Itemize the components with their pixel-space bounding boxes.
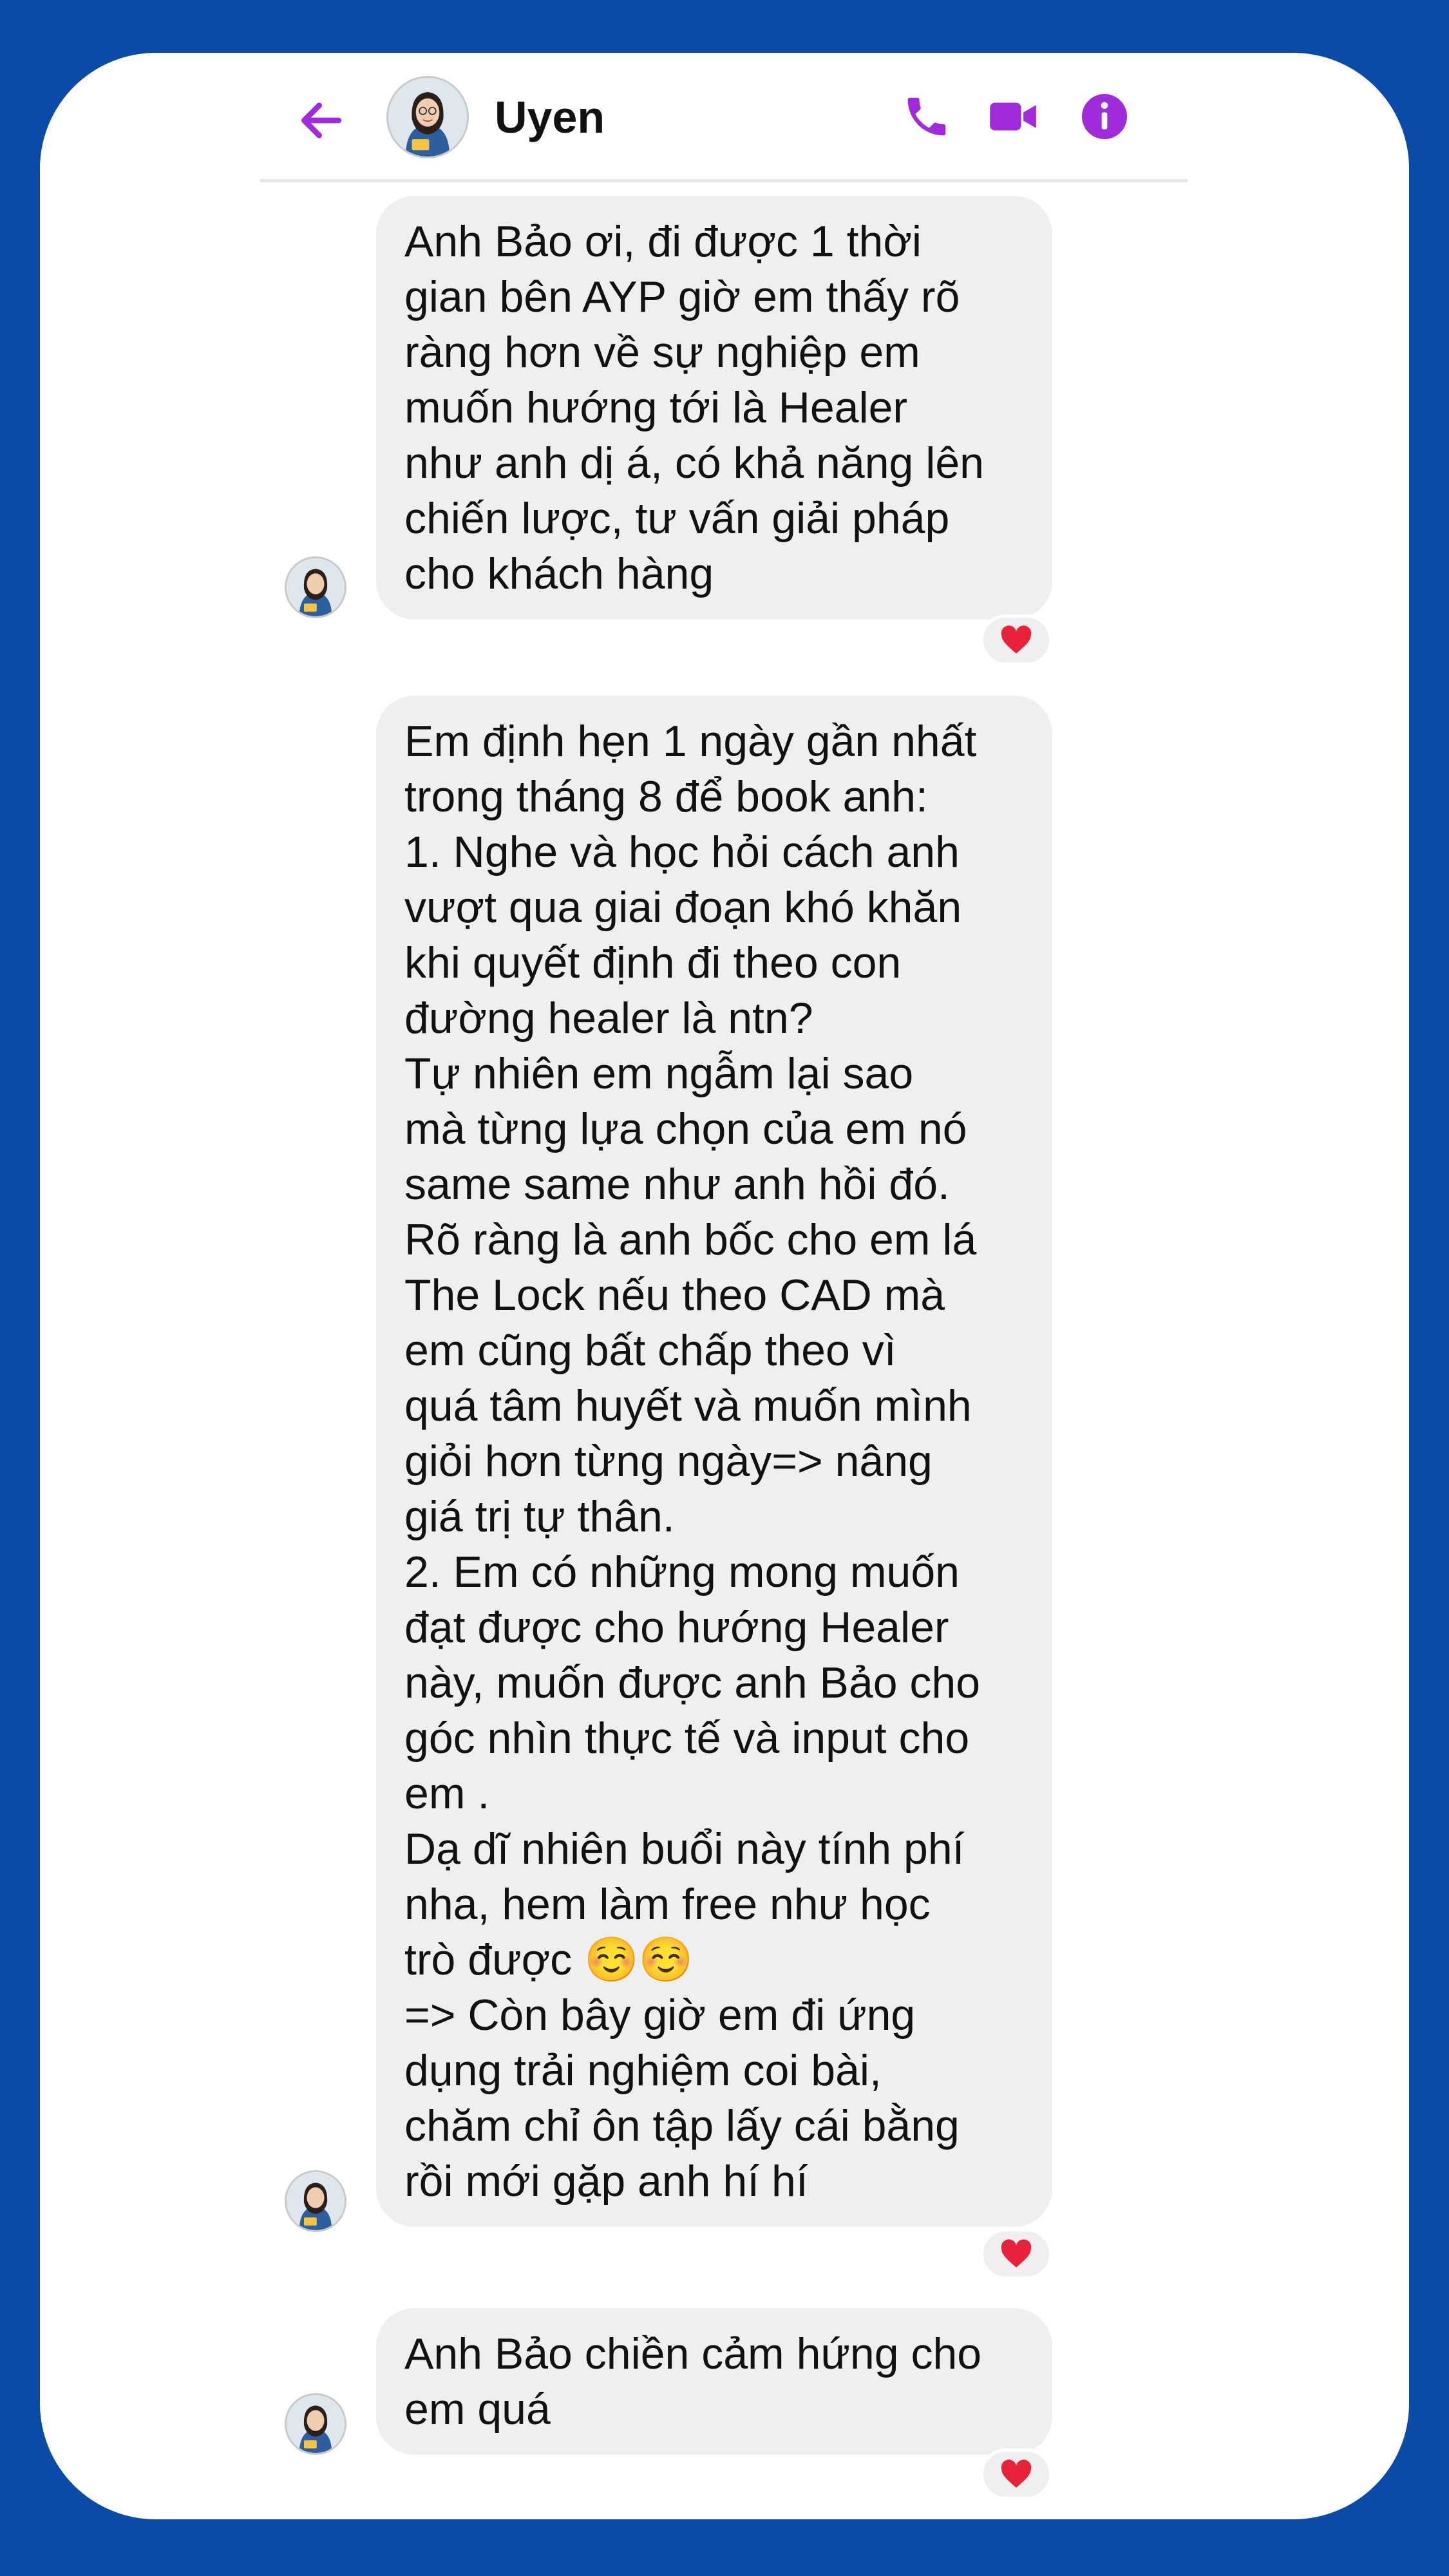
profile-photo — [287, 2395, 345, 2453]
reaction-badge[interactable] — [980, 614, 1052, 666]
avatar[interactable] — [285, 2170, 346, 2232]
avatar[interactable] — [285, 556, 346, 618]
info-icon — [1082, 94, 1127, 139]
profile-photo — [388, 78, 467, 156]
video-camera-icon — [990, 102, 1036, 131]
avatar[interactable] — [386, 76, 469, 158]
message-bubble[interactable]: Anh Bảo chiền cảm hứng cho em quá — [376, 2308, 1052, 2455]
call-button[interactable] — [898, 88, 956, 146]
heart-icon — [1001, 2459, 1032, 2488]
chat-card: Uyen Anh Bảo ơi, đi được 1 thời gian bên… — [40, 53, 1409, 2519]
video-call-button[interactable] — [984, 88, 1042, 146]
heart-icon — [1001, 2239, 1032, 2268]
back-button[interactable] — [292, 91, 350, 149]
chat-header: Uyen — [260, 53, 1188, 182]
message-bubble[interactable]: Anh Bảo ơi, đi được 1 thời gian bên AYP … — [376, 196, 1052, 620]
message-bubble[interactable]: Em định hẹn 1 ngày gần nhất trong tháng … — [376, 696, 1052, 2227]
profile-photo — [287, 2172, 345, 2230]
arrow-left-icon — [301, 102, 341, 138]
profile-photo — [287, 558, 345, 616]
reaction-badge[interactable] — [980, 2448, 1052, 2500]
heart-icon — [1001, 625, 1032, 654]
contact-name[interactable]: Uyen — [495, 91, 605, 143]
reaction-badge[interactable] — [980, 2228, 1052, 2280]
phone-icon — [907, 97, 946, 136]
info-button[interactable] — [1075, 88, 1133, 146]
avatar[interactable] — [285, 2393, 346, 2455]
